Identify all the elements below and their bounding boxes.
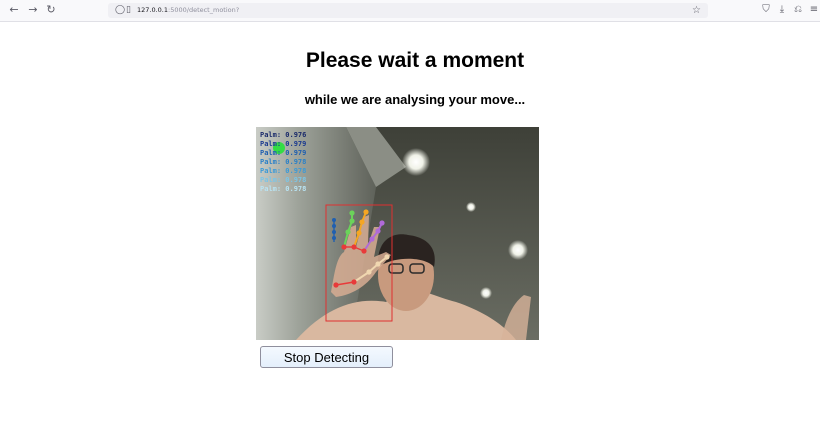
palm-label: Palm: 0.978 xyxy=(260,158,306,166)
url-bar[interactable]: ◯ ▯ 127.0.0.1:5000/detect_motion? ☆ xyxy=(108,3,708,18)
reload-icon[interactable]: ↻ xyxy=(44,3,58,17)
palm-label: Palm: 0.976 xyxy=(260,131,306,139)
palm-labels: Palm: 0.976 Palm: 0.979 Palm: 0.979 Palm… xyxy=(260,131,306,193)
ceiling-light xyxy=(480,287,492,299)
palm-label: Palm: 0.978 xyxy=(260,167,306,175)
pocket-icon[interactable]: ⛉ xyxy=(760,3,772,17)
url-host: 127.0.0.1 xyxy=(137,6,169,14)
browser-toolbar: ← → ↻ ◯ ▯ 127.0.0.1:5000/detect_motion? … xyxy=(0,0,820,22)
bookmark-star-icon[interactable]: ☆ xyxy=(692,3,701,18)
back-arrow-icon[interactable]: ← xyxy=(7,3,21,17)
palm-label: Palm: 0.979 xyxy=(260,140,306,148)
page-title: Please wait a moment xyxy=(305,49,525,72)
url-text[interactable]: 127.0.0.1:5000/detect_motion? xyxy=(137,3,239,18)
page-subtitle: while we are analysing your move... xyxy=(304,92,526,107)
palm-label: Palm: 0.979 xyxy=(260,149,306,157)
menu-icon[interactable]: ≡ xyxy=(808,3,820,17)
ceiling-light xyxy=(466,202,476,212)
stop-detecting-button[interactable]: Stop Detecting xyxy=(260,346,393,368)
url-path: :5000/detect_motion? xyxy=(168,6,240,14)
page-icon[interactable]: ▯ xyxy=(126,3,136,18)
palm-label: Palm: 0.978 xyxy=(260,185,306,193)
extensions-icon[interactable]: ⎌ xyxy=(792,3,804,17)
webcam-feed: Palm: 0.976 Palm: 0.979 Palm: 0.979 Palm… xyxy=(256,127,539,340)
webcam-frame: Palm: 0.976 Palm: 0.979 Palm: 0.979 Palm… xyxy=(256,127,539,340)
palm-label: Palm: 0.978 xyxy=(260,176,306,184)
forward-arrow-icon[interactable]: → xyxy=(26,3,40,17)
ceiling-light xyxy=(402,148,430,176)
ceiling-light xyxy=(508,240,528,260)
download-icon[interactable]: ⤓ xyxy=(776,3,788,17)
shield-icon[interactable]: ◯ xyxy=(115,3,125,18)
